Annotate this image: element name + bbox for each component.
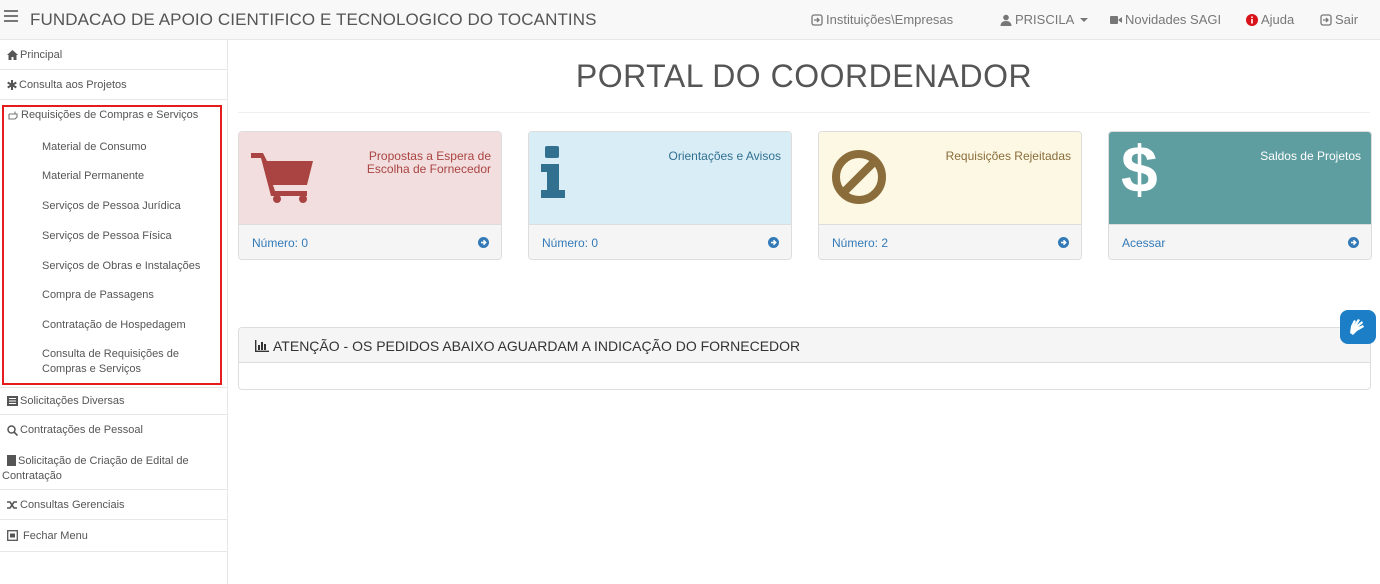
panel-orientacoes[interactable]: Orientações e Avisos Número: 0	[528, 131, 792, 260]
panel-title: Saldos de Projetos	[1260, 149, 1361, 163]
panel-propostas[interactable]: Propostas a Espera de Escolha de Fornece…	[238, 131, 502, 260]
arrow-circle-right-icon	[1058, 237, 1069, 248]
submenu-item-pessoa-juridica[interactable]: Serviços de Pessoa Jurídica	[42, 199, 202, 214]
asterisk-icon	[7, 79, 17, 90]
panel-heading: $ Saldos de Projetos	[1109, 132, 1371, 224]
sidebar-item-label: Solicitação de Criação de Edital de Cont…	[2, 455, 189, 482]
panel-heading: Propostas a Espera de Escolha de Fornece…	[239, 132, 501, 224]
logout-label: Sair	[1335, 12, 1359, 27]
panel-action: Acessar	[1122, 236, 1166, 250]
chevron-down-icon	[1080, 17, 1089, 22]
submenu-item-hospedagem[interactable]: Contratação de Hospedagem	[42, 318, 202, 333]
news-link[interactable]: Novidades SAGI	[1110, 12, 1221, 27]
submenu-item-passagens[interactable]: Compra de Passagens	[42, 288, 202, 303]
sidebar-item-fechar-menu[interactable]: Fechar Menu	[0, 520, 227, 552]
list-icon	[7, 396, 18, 406]
sidebar-item-consulta-projetos[interactable]: Consulta aos Projetos	[0, 70, 227, 100]
panel-footer[interactable]: Número: 0	[529, 224, 791, 259]
attention-heading: ATENÇÃO - OS PEDIDOS ABAIXO AGUARDAM A I…	[239, 328, 1370, 363]
sidebar-item-label: Fechar Menu	[23, 529, 88, 542]
panel-title: Requisições Rejeitadas	[945, 149, 1071, 163]
help-link[interactable]: Ajuda	[1246, 12, 1294, 27]
sidebar-item-edital[interactable]: Solicitação de Criação de Edital de Cont…	[0, 445, 227, 490]
logout-icon	[1320, 13, 1332, 26]
accessibility-widget[interactable]	[1340, 310, 1376, 344]
sign-language-icon	[1350, 319, 1364, 335]
panel-saldos[interactable]: $ Saldos de Projetos Acessar	[1108, 131, 1372, 260]
panel-footer[interactable]: Número: 2	[819, 224, 1081, 259]
panel-title: Orientações e Avisos	[668, 149, 781, 163]
panel-count: Número: 0	[252, 236, 309, 250]
video-camera-icon	[1110, 15, 1122, 24]
institutions-link[interactable]: Instituições\Empresas	[811, 12, 953, 27]
submenu-item-pessoa-fisica[interactable]: Serviços de Pessoa Física	[42, 229, 202, 244]
menu-toggle-icon[interactable]	[4, 10, 18, 24]
attention-title: ATENÇÃO - OS PEDIDOS ABAIXO AGUARDAM A I…	[273, 338, 801, 354]
brand-title[interactable]: FUNDACAO DE APOIO CIENTIFICO E TECNOLOGI…	[30, 10, 597, 30]
title-divider	[238, 112, 1370, 113]
panel-rejeitadas[interactable]: Requisições Rejeitadas Número: 2	[818, 131, 1082, 260]
news-label: Novidades SAGI	[1125, 12, 1222, 27]
page-title: PORTAL DO COORDENADOR	[575, 58, 1033, 94]
random-icon	[7, 500, 17, 509]
help-label: Ajuda	[1261, 12, 1295, 27]
collapse-icon	[7, 530, 18, 541]
sidebar-item-label: Solicitações Diversas	[20, 395, 125, 407]
submenu-item-material-consumo[interactable]: Material de Consumo	[42, 140, 202, 155]
sidebar-item-gerenciais[interactable]: Consultas Gerenciais	[0, 490, 227, 520]
logout-link[interactable]: Sair	[1320, 12, 1358, 27]
panel-count: Número: 2	[832, 236, 889, 250]
panel-title: Propostas a Espera de Escolha de Fornece…	[366, 149, 491, 176]
panel-heading: Orientações e Avisos	[529, 132, 791, 224]
submenu-item-consulta-requisicoes[interactable]: Consulta de Requisições de Compras e Ser…	[42, 347, 202, 377]
sidebar-item-solicitacoes[interactable]: Solicitações Diversas	[0, 387, 227, 415]
home-icon	[7, 49, 18, 60]
user-icon	[1000, 14, 1012, 26]
sidebar-item-label: Consulta aos Projetos	[19, 78, 127, 91]
panel-count: Número: 0	[542, 236, 599, 250]
panel-footer[interactable]: Número: 0	[239, 224, 501, 259]
top-navbar: FUNDACAO DE APOIO CIENTIFICO E TECNOLOGI…	[0, 0, 1380, 40]
sidebar-item-label: Consultas Gerenciais	[20, 498, 125, 511]
submenu-item-material-permanente[interactable]: Material Permanente	[42, 169, 202, 184]
login-icon	[811, 13, 823, 26]
panel-heading: Requisições Rejeitadas	[819, 132, 1081, 224]
panel-footer[interactable]: Acessar	[1109, 224, 1371, 259]
hand-pointer-icon	[8, 111, 18, 120]
institutions-label: Instituições\Empresas	[826, 12, 954, 27]
shopping-cart-icon	[251, 153, 313, 203]
arrow-circle-right-icon	[1348, 237, 1359, 248]
search-icon	[7, 424, 18, 436]
submenu-item-obras-instalacoes[interactable]: Serviços de Obras e Instalações	[42, 259, 202, 274]
user-name: PRISCILA	[1015, 12, 1075, 27]
dollar-icon: $	[1121, 132, 1158, 206]
arrow-circle-right-icon	[768, 237, 779, 248]
sidebar-item-label: Requisições de Compras e Serviços	[21, 109, 199, 121]
sidebar-item-principal[interactable]: Principal	[0, 40, 227, 70]
arrow-circle-right-icon	[478, 237, 489, 248]
sidebar-item-requisicoes[interactable]: Requisições de Compras e Serviços	[8, 109, 198, 121]
sidebar-item-label: Contratações de Pessoal	[20, 424, 143, 436]
sidebar: Principal Consulta aos Projetos Requisiç…	[0, 40, 228, 584]
attention-panel: ATENÇÃO - OS PEDIDOS ABAIXO AGUARDAM A I…	[238, 327, 1371, 390]
ban-icon	[832, 150, 886, 204]
info-circle-icon	[1246, 13, 1258, 26]
info-icon	[541, 146, 565, 198]
sidebar-item-contratacoes[interactable]: Contratações de Pessoal	[0, 415, 227, 445]
sidebar-item-label: Principal	[20, 48, 63, 61]
bar-chart-icon	[255, 340, 269, 352]
user-dropdown[interactable]: PRISCILA	[1000, 12, 1089, 27]
